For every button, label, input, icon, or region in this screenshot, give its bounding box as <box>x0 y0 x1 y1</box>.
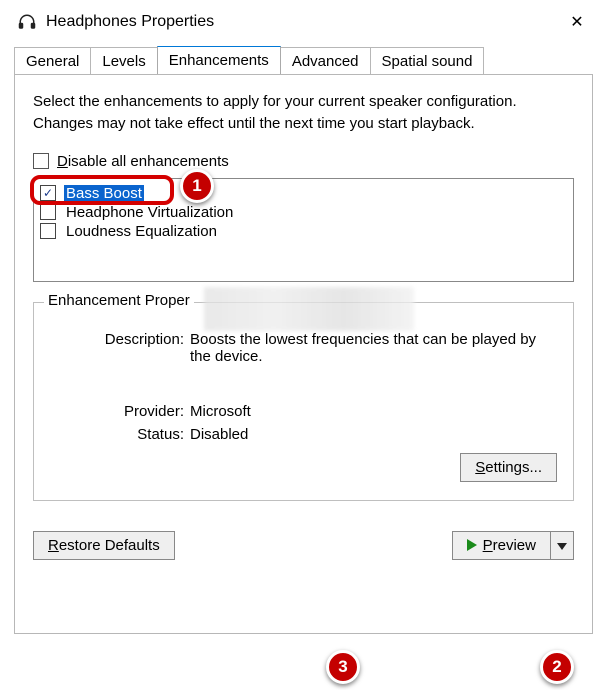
restore-defaults-button[interactable]: Restore Defaults <box>33 531 175 560</box>
tab-general[interactable]: General <box>14 47 91 75</box>
enhancement-label: Loudness Equalization <box>64 223 219 240</box>
enhancement-label: Headphone Virtualization <box>64 204 235 221</box>
group-title: Enhancement Proper <box>44 292 194 309</box>
disable-all-checkbox-row[interactable]: Disable all enhancements <box>33 153 574 170</box>
close-icon: ✕ <box>570 12 583 32</box>
enhancement-item-loudness-equalization[interactable]: Loudness Equalization <box>40 222 567 241</box>
preview-dropdown-button[interactable] <box>550 531 574 560</box>
status-key: Status: <box>50 426 190 443</box>
tabpanel-enhancements: Select the enhancements to apply for you… <box>14 74 593 634</box>
enhancement-item-headphone-virtualization[interactable]: Headphone Virtualization <box>40 203 567 222</box>
window-title: Headphones Properties <box>46 13 561 31</box>
close-button[interactable]: ✕ <box>561 8 593 36</box>
enhancement-properties-group: Enhancement Proper Description: Boosts t… <box>33 302 574 501</box>
tab-bar: General Levels Enhancements Advanced Spa… <box>0 40 607 74</box>
provider-key: Provider: <box>50 403 190 420</box>
preview-button[interactable]: Preview <box>452 531 550 560</box>
enhancements-listbox[interactable]: ✓ Bass Boost Headphone Virtualization Lo… <box>33 178 574 282</box>
status-value: Disabled <box>190 426 557 443</box>
play-icon <box>467 539 477 551</box>
blurred-region <box>204 287 414 331</box>
enhancement-label: Bass Boost <box>64 185 144 202</box>
chevron-down-icon <box>557 543 567 550</box>
checkbox-unchecked-icon <box>33 153 49 169</box>
enhancement-item-bass-boost[interactable]: ✓ Bass Boost <box>40 184 567 203</box>
tab-levels[interactable]: Levels <box>90 47 157 75</box>
tab-enhancements[interactable]: Enhancements <box>157 46 281 74</box>
headphones-icon <box>18 13 36 31</box>
checkbox-unchecked-icon <box>40 204 56 220</box>
description-value: Boosts the lowest frequencies that can b… <box>190 331 557 365</box>
disable-all-label: Disable all enhancements <box>57 153 229 170</box>
checkbox-unchecked-icon <box>40 223 56 239</box>
provider-value: Microsoft <box>190 403 557 420</box>
annotation-badge-3: 3 <box>326 650 360 684</box>
intro-text: Select the enhancements to apply for you… <box>33 91 574 135</box>
settings-button[interactable]: Settings... <box>460 453 557 482</box>
tab-advanced[interactable]: Advanced <box>280 47 371 75</box>
tab-spatial-sound[interactable]: Spatial sound <box>370 47 485 75</box>
annotation-badge-2: 2 <box>540 650 574 684</box>
description-key: Description: <box>50 331 190 365</box>
checkbox-checked-icon: ✓ <box>40 185 56 201</box>
